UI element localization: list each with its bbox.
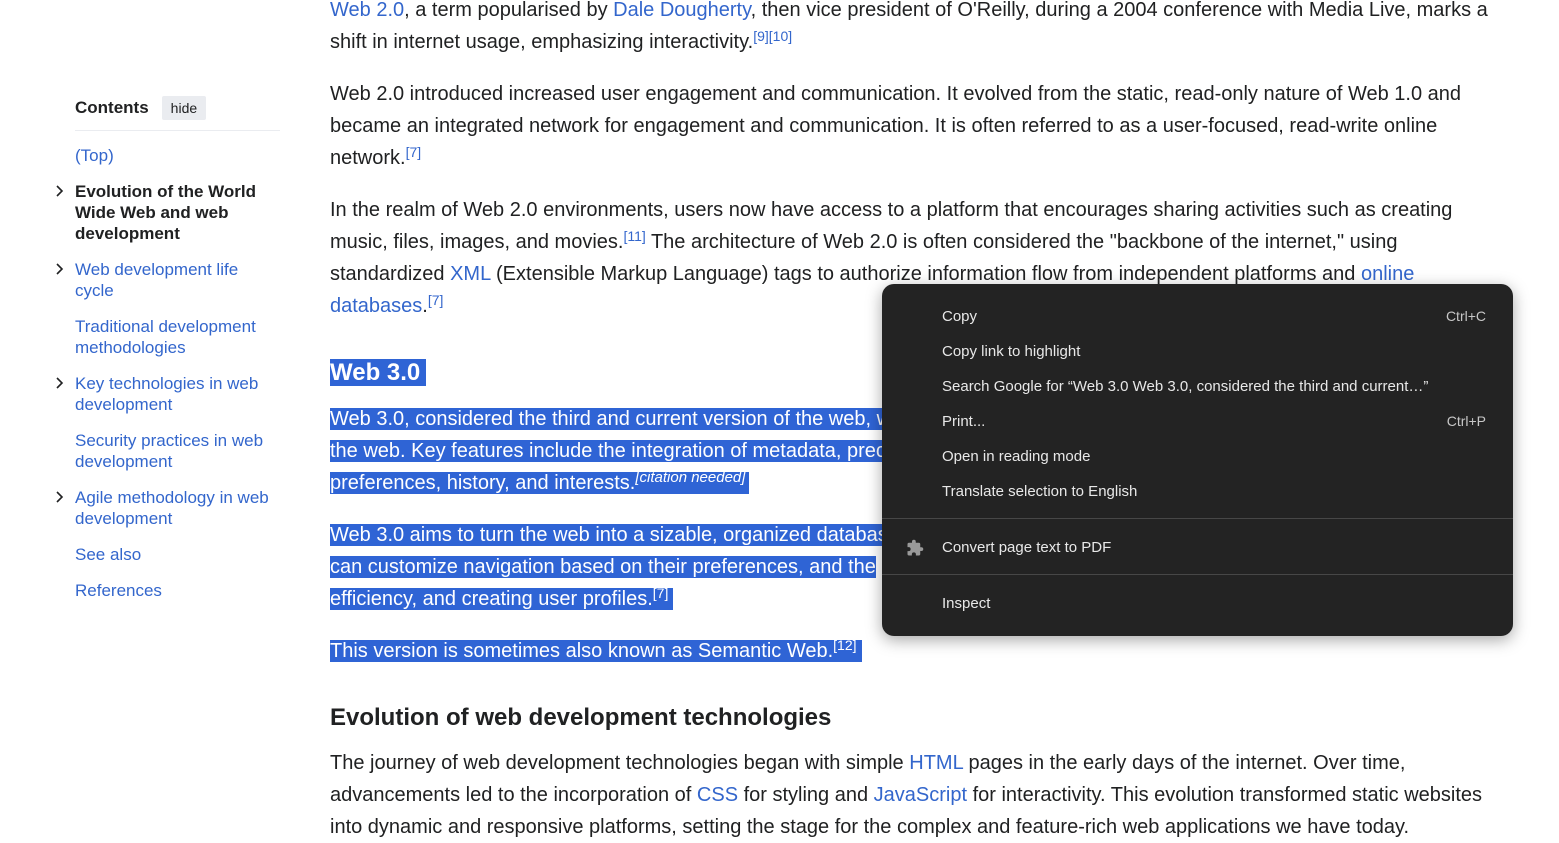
menu-separator <box>882 574 1513 575</box>
toc-item-label: Traditional development methodologies <box>75 317 256 357</box>
heading-web-3-0: Web 3.0 <box>330 355 427 391</box>
citation-link[interactable]: [10] <box>769 28 792 44</box>
menu-separator <box>882 518 1513 519</box>
toc-item-label: See also <box>75 545 142 564</box>
menu-item-label: Convert page text to PDF <box>942 539 1112 556</box>
context-menu: Copy Ctrl+C Copy link to highlight Searc… <box>882 284 1513 636</box>
menu-item-convert-pdf[interactable]: Convert page text to PDF <box>882 530 1513 565</box>
citation-link[interactable]: [11] <box>623 228 645 244</box>
chevron-right-icon[interactable] <box>53 373 67 394</box>
heading-evolution-technologies: Evolution of web development technologie… <box>330 704 832 731</box>
menu-item-reading-mode[interactable]: Open in reading mode <box>882 439 1513 474</box>
toc-item-agile[interactable]: Agile methodology in web development <box>56 487 280 529</box>
chevron-right-icon[interactable] <box>53 487 67 508</box>
menu-item-label: Copy link to highlight <box>942 343 1081 360</box>
paragraph-tech-journey: The journey of web development technolog… <box>330 747 1490 843</box>
menu-item-copy-link-to-highlight[interactable]: Copy link to highlight <box>882 334 1513 369</box>
toc-item-label: References <box>75 581 162 600</box>
heading-text: Web 3.0 <box>330 359 427 386</box>
link-html[interactable]: HTML <box>909 752 963 774</box>
toc-item-top[interactable]: (Top) <box>75 145 280 166</box>
toc-item-label: Agile methodology in web development <box>75 488 269 528</box>
toc-header: Contents hide <box>75 95 280 131</box>
paragraph-semantic-web: This version is sometimes also known as … <box>330 635 1490 667</box>
menu-item-label: Translate selection to English <box>942 483 1138 500</box>
text: Web 2.0 introduced increased user engage… <box>330 83 1462 169</box>
toc-item-key-technologies[interactable]: Key technologies in web development <box>56 373 280 415</box>
link-dale-dougherty[interactable]: Dale Dougherty <box>613 0 750 21</box>
text: the web. Key features include the integr… <box>330 440 886 462</box>
text: This version is sometimes also known as … <box>330 640 834 662</box>
paragraph-web2-origin: Web 2.0, a term popularised by Dale Doug… <box>330 0 1490 58</box>
text: The journey of web development technolog… <box>330 752 910 774</box>
toc-item-label: Key technologies in web development <box>75 374 259 414</box>
toc-item-label: Web development life cycle <box>75 260 239 300</box>
chevron-right-icon[interactable] <box>53 259 67 280</box>
link-css[interactable]: CSS <box>697 784 738 806</box>
citation-link[interactable]: [7] <box>428 292 444 308</box>
toc-item-traditional[interactable]: Traditional development methodologies <box>75 316 280 358</box>
toc-item-references[interactable]: References <box>75 580 280 601</box>
toc-item-evolution[interactable]: Evolution of the World Wide Web and web … <box>56 181 280 244</box>
menu-item-label: Search Google for “Web 3.0 Web 3.0, cons… <box>942 378 1429 395</box>
citation-link[interactable]: [7] <box>653 585 669 601</box>
citation-link[interactable]: [12] <box>833 637 856 653</box>
chevron-right-icon[interactable] <box>53 181 67 202</box>
toc-item-life-cycle[interactable]: Web development life cycle <box>56 259 280 301</box>
text: efficiency, and creating user profiles. <box>330 588 653 610</box>
menu-item-label: Copy <box>942 308 978 325</box>
citation-needed[interactable]: [citation needed] <box>635 469 745 486</box>
menu-item-print[interactable]: Print... Ctrl+P <box>882 404 1513 439</box>
menu-item-label: Open in reading mode <box>942 448 1091 465</box>
toc-item-label: Evolution of the World Wide Web and web … <box>75 182 256 243</box>
menu-item-label: Print... <box>942 413 986 430</box>
menu-item-label: Inspect <box>942 595 991 612</box>
menu-item-search-google[interactable]: Search Google for “Web 3.0 Web 3.0, cons… <box>882 369 1513 404</box>
link-web-2-0[interactable]: Web 2.0 <box>330 0 404 21</box>
link-xml[interactable]: XML <box>450 263 490 285</box>
menu-item-shortcut: Ctrl+C <box>1445 308 1486 324</box>
citation-link[interactable]: [9] <box>753 28 769 44</box>
citation-link[interactable]: [7] <box>406 144 422 160</box>
menu-item-inspect[interactable]: Inspect <box>882 586 1513 621</box>
toc-item-security[interactable]: Security practices in web development <box>75 430 280 472</box>
menu-item-copy[interactable]: Copy Ctrl+C <box>882 299 1513 334</box>
text: preferences, history, and interests. <box>330 472 636 494</box>
paragraph-web2-engagement: Web 2.0 introduced increased user engage… <box>330 78 1490 174</box>
table-of-contents: Contents hide (Top) Evolution of the Wor… <box>56 95 280 600</box>
toc-title: Contents <box>75 98 149 117</box>
toc-hide-button[interactable]: hide <box>161 96 207 120</box>
link-javascript[interactable]: JavaScript <box>874 784 967 806</box>
text: , a term popularised by <box>404 0 614 21</box>
menu-item-shortcut: Ctrl+P <box>1446 413 1486 429</box>
text: Web 3.0, considered the third and curren… <box>330 408 892 430</box>
menu-item-translate[interactable]: Translate selection to English <box>882 474 1513 509</box>
toc-item-see-also[interactable]: See also <box>75 544 280 565</box>
text: for styling and <box>738 784 874 806</box>
text: Web 3.0 aims to turn the web into a siza… <box>330 524 888 546</box>
puzzle-icon <box>907 539 924 556</box>
toc-item-label: (Top) <box>75 146 114 165</box>
toc-item-label: Security practices in web development <box>75 431 264 471</box>
text: can customize navigation based on their … <box>330 556 876 578</box>
text: (Extensible Markup Language) tags to aut… <box>490 263 1361 285</box>
